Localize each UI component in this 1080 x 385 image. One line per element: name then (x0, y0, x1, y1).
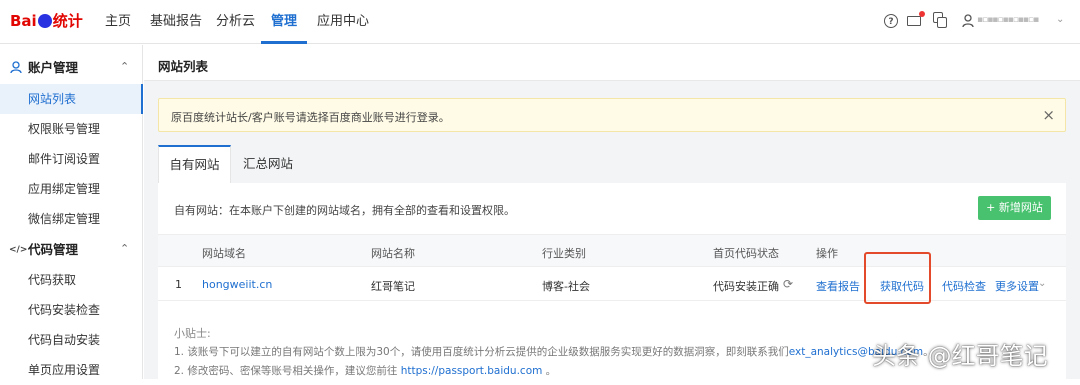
close-icon[interactable]: × (1042, 106, 1055, 124)
column-header-industry: 行业类别 (542, 247, 586, 260)
user-name-blurred[interactable]: ▪▫▪▪▫▪▪▫▪▪▫▪ (977, 15, 1057, 25)
tip-text: 2. 修改密码、密保等账号相关操作，建议您前往 (174, 365, 401, 377)
sidebar: 账户管理 ⌃ 网站列表 权限账号管理 邮件订阅设置 应用绑定管理 微信绑定管理 … (0, 45, 143, 379)
code-check-link[interactable]: 代码检查 (942, 278, 986, 294)
nav-analysis-cloud[interactable]: 分析云 (216, 0, 255, 44)
sidebar-group-account[interactable]: 账户管理 ⌃ (0, 52, 143, 84)
column-header-code-status: 首页代码状态 (713, 247, 779, 260)
sidebar-item-site-list[interactable]: 网站列表 (0, 84, 143, 114)
watermark: 头条 @红哥笔记 (872, 342, 1048, 370)
more-settings-link[interactable]: 更多设置 (995, 278, 1039, 294)
card-description: 自有网站：在本账户下创建的网站域名，拥有全部的查看和设置权限。 (174, 204, 515, 217)
sidebar-item-app-binding[interactable]: 应用绑定管理 (0, 174, 143, 204)
sidebar-group-label: 账户管理 (28, 60, 79, 75)
add-site-button[interactable]: + 新增网站 (978, 196, 1051, 220)
page-title: 网站列表 (158, 59, 209, 74)
page-title-bar: 网站列表 (144, 45, 1080, 81)
notification-dot (919, 11, 925, 17)
tip-line-2: 2. 修改密码、密保等账号相关操作，建议您前往 https://passport… (174, 363, 556, 378)
sidebar-item-get-code[interactable]: 代码获取 (0, 265, 143, 295)
chevron-up-icon: ⌃ (120, 242, 130, 255)
notice-banner: 原百度统计站长/客户账号请选择百度商业账号进行登录。 × (158, 98, 1066, 132)
notice-text: 原百度统计站长/客户账号请选择百度商业账号进行登录。 (171, 111, 450, 124)
tip-text: 1. 该账号下可以建立的自有网站个数上限为30个，请使用百度统计分析云提供的企业… (174, 346, 789, 358)
baidu-tongji-logo[interactable]: Bai 统计 (10, 10, 83, 34)
nav-basic-reports[interactable]: 基础报告 (150, 0, 202, 44)
code-status: 代码安装正确 (713, 280, 779, 293)
site-industry: 博客-社会 (542, 280, 590, 293)
site-name: 红哥笔记 (371, 280, 415, 293)
user-icon (9, 52, 23, 84)
nav-app-center[interactable]: 应用中心 (317, 0, 369, 44)
logo-text-tongji: 统计 (52, 12, 83, 30)
tab-bar: 自有网站 汇总网站 (158, 145, 1066, 183)
main-content: 网站列表 原百度统计站长/客户账号请选择百度商业账号进行登录。 × 自有网站 汇… (144, 45, 1080, 379)
column-header-domain: 网站域名 (202, 247, 246, 260)
paw-icon (37, 14, 52, 28)
tips-title: 小贴士: (174, 327, 211, 340)
chevron-up-icon: ⌃ (120, 60, 130, 73)
passport-link[interactable]: https://passport.baidu.com (401, 365, 543, 377)
sidebar-item-auto-install[interactable]: 代码自动安装 (0, 325, 143, 355)
tip-line-1: 1. 该账号下可以建立的自有网站个数上限为30个，请使用百度统计分析云提供的企业… (174, 344, 934, 359)
column-header-site-name: 网站名称 (371, 247, 415, 260)
sidebar-item-spa-settings[interactable]: 单页应用设置 (0, 355, 143, 385)
user-icon[interactable] (961, 14, 975, 28)
sidebar-group-code[interactable]: </> 代码管理 ⌃ (0, 234, 143, 266)
refresh-icon[interactable]: ⟳ (783, 277, 793, 291)
tab-own-sites[interactable]: 自有网站 (158, 145, 231, 183)
sidebar-group-label: 代码管理 (28, 242, 79, 257)
highlight-box (864, 252, 931, 304)
chevron-down-icon[interactable]: ⌄ (1056, 14, 1064, 25)
copy-icon-back (937, 17, 947, 28)
mail-icon[interactable] (907, 16, 921, 26)
tab-summary-sites[interactable]: 汇总网站 (231, 145, 305, 183)
sidebar-item-email-subscription[interactable]: 邮件订阅设置 (0, 144, 143, 174)
sidebar-item-permission-accounts[interactable]: 权限账号管理 (0, 114, 143, 144)
top-nav-bar: Bai 统计 主页 基础报告 分析云 管理 应用中心 ? ▪▫▪▪▫▪▪▫▪▪▫▪… (0, 0, 1080, 44)
sidebar-item-wechat-binding[interactable]: 微信绑定管理 (0, 204, 143, 234)
chevron-down-icon[interactable]: ⌄ (1038, 278, 1046, 289)
nav-home[interactable]: 主页 (105, 0, 131, 44)
site-domain-link[interactable]: hongweiit.cn (202, 278, 272, 291)
logo-text-bai: Bai (10, 12, 37, 30)
help-icon[interactable]: ? (884, 14, 898, 28)
code-icon: </> (9, 245, 28, 255)
sidebar-item-code-check[interactable]: 代码安装检查 (0, 295, 143, 325)
column-header-operations: 操作 (816, 247, 838, 260)
view-report-link[interactable]: 查看报告 (816, 278, 860, 294)
nav-management[interactable]: 管理 (261, 0, 307, 44)
tip-text: 。 (542, 365, 557, 377)
row-index: 1 (175, 278, 182, 291)
